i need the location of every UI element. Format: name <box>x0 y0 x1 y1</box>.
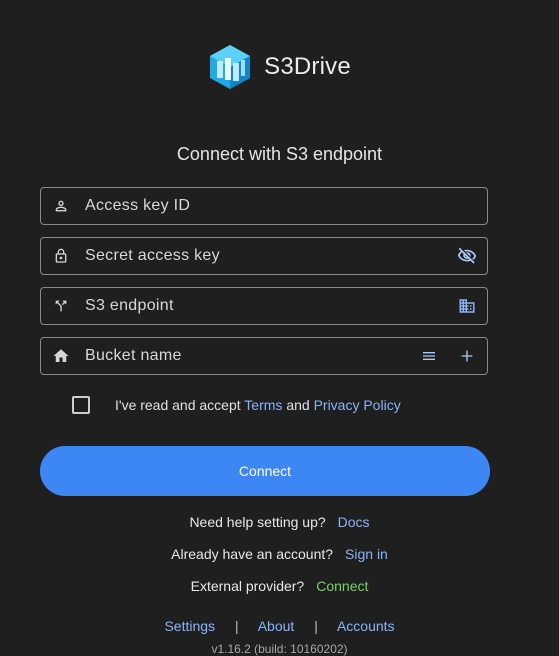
external-connect-link[interactable]: Connect <box>316 578 368 594</box>
footer-separator: | <box>234 618 239 634</box>
secret-key-input[interactable] <box>81 238 447 274</box>
terms-prefix: I've read and accept <box>115 397 241 413</box>
home-icon <box>41 338 81 374</box>
domain-icon[interactable] <box>447 288 487 324</box>
fork-icon <box>41 288 81 324</box>
bucket-field[interactable] <box>40 337 488 375</box>
secret-key-field[interactable] <box>40 237 488 275</box>
lock-icon <box>41 238 81 274</box>
version-label: v1.16.2 (build: 10160202) <box>211 642 348 656</box>
list-icon[interactable] <box>411 338 447 374</box>
endpoint-field[interactable] <box>40 287 488 325</box>
privacy-policy-link[interactable]: Privacy Policy <box>314 397 401 413</box>
footer-links: Settings | About | Accounts <box>0 618 559 634</box>
person-icon <box>41 188 81 224</box>
s3drive-logo-icon <box>210 45 251 89</box>
accounts-link[interactable]: Accounts <box>337 618 395 634</box>
page-title: Connect with S3 endpoint <box>176 144 383 164</box>
access-key-field[interactable] <box>40 187 488 225</box>
signin-row: Already have an account? Sign in <box>0 546 559 562</box>
plus-icon[interactable] <box>447 338 487 374</box>
sign-in-link[interactable]: Sign in <box>345 546 388 562</box>
app-name: S3Drive <box>264 53 351 80</box>
terms-agreement: I've read and accept Terms and Privacy P… <box>72 396 401 414</box>
about-link[interactable]: About <box>258 618 295 634</box>
account-text: Already have an account? <box>171 546 334 562</box>
external-provider-row: External provider? Connect <box>0 578 559 594</box>
help-text: Need help setting up? <box>189 514 326 530</box>
terms-link[interactable]: Terms <box>244 397 282 413</box>
terms-text: I've read and accept Terms and Privacy P… <box>115 397 401 413</box>
brand-header: S3Drive <box>0 44 559 90</box>
settings-link[interactable]: Settings <box>164 618 215 634</box>
visibility-off-icon[interactable] <box>447 238 487 274</box>
help-row: Need help setting up? Docs <box>0 514 559 530</box>
external-text: External provider? <box>190 578 305 594</box>
footer-separator: | <box>314 618 318 634</box>
terms-checkbox[interactable] <box>72 396 90 414</box>
bucket-input[interactable] <box>81 338 411 374</box>
docs-link[interactable]: Docs <box>338 514 370 530</box>
access-key-input[interactable] <box>81 188 487 224</box>
endpoint-input[interactable] <box>81 288 447 324</box>
terms-and: and <box>286 397 310 413</box>
connect-button[interactable]: Connect <box>40 446 490 496</box>
